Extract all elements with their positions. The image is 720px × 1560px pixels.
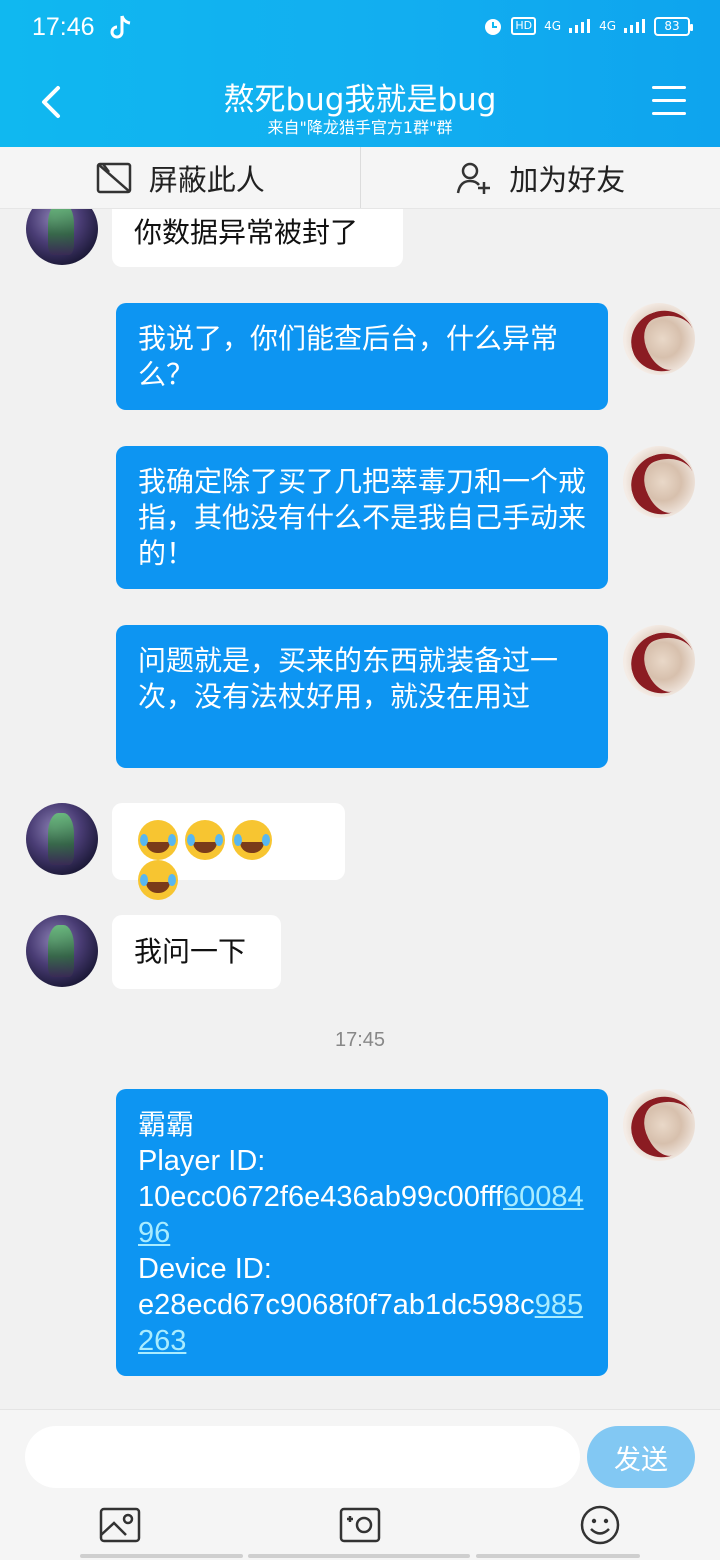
battery-level: 83 bbox=[664, 19, 680, 33]
laughing-emoji-icon bbox=[138, 820, 178, 860]
avatar[interactable] bbox=[26, 209, 98, 265]
tiktok-icon bbox=[110, 15, 131, 39]
image-icon[interactable] bbox=[98, 1505, 142, 1545]
action-bar: 屏蔽此人 加为好友 bbox=[0, 147, 720, 209]
player-id-label: Player ID: bbox=[138, 1145, 266, 1177]
status-bar: 17:46 HD 4G 4G 83 bbox=[0, 0, 720, 56]
message-bubble-incoming[interactable]: 我问一下 bbox=[112, 915, 281, 989]
camera-icon[interactable] bbox=[338, 1505, 382, 1545]
chat-subtitle: 来自"降龙猎手官方1群"群 bbox=[267, 118, 453, 137]
add-friend-label: 加为好友 bbox=[509, 162, 626, 197]
send-button[interactable]: 发送 bbox=[587, 1426, 695, 1488]
hd-indicator: HD bbox=[511, 17, 537, 35]
signal-bars-icon bbox=[569, 19, 591, 33]
avatar[interactable] bbox=[623, 446, 695, 518]
avatar[interactable] bbox=[26, 803, 98, 875]
avatar[interactable] bbox=[623, 303, 695, 375]
device-id-label: Device ID: bbox=[138, 1253, 272, 1285]
message-bubble-outgoing[interactable]: 问题就是，买来的东西就装备过一次，没有法杖好用，就没在用过 bbox=[116, 625, 608, 768]
back-arrow-icon[interactable] bbox=[36, 82, 68, 122]
block-user-button[interactable]: 屏蔽此人 bbox=[0, 147, 361, 208]
player-name: 霸霸 bbox=[138, 1108, 195, 1141]
message-input[interactable] bbox=[25, 1426, 580, 1488]
message-bubble-incoming[interactable]: 你数据异常被封了 bbox=[112, 209, 403, 267]
player-id-text: 10ecc0672f6e436ab99c00fff bbox=[138, 1181, 503, 1213]
alarm-icon bbox=[485, 19, 502, 35]
avatar[interactable] bbox=[623, 625, 695, 697]
chat-title: 熬死bug我就是bug bbox=[223, 82, 497, 118]
message-bubble-incoming[interactable] bbox=[112, 803, 345, 900]
nav-indicator bbox=[476, 1554, 640, 1558]
signal-4g-2: 4G bbox=[599, 19, 616, 33]
laughing-emoji-icon bbox=[138, 860, 178, 900]
message-bubble-outgoing[interactable]: 我说了，你们能查后台，什么异常么？ bbox=[116, 303, 608, 410]
avatar[interactable] bbox=[623, 1089, 695, 1161]
message-text: 我确定除了买了几把萃毒刀和一个戒指，其他没有什么不是我自己手动来的！ bbox=[138, 465, 587, 570]
signal-4g-1: 4G bbox=[544, 19, 562, 33]
message-bubble-outgoing[interactable]: 霸霸 Player ID: 10ecc0672f6e436ab99c00fff6… bbox=[116, 1089, 608, 1376]
input-bar: 发送 bbox=[0, 1409, 720, 1560]
battery-indicator: 83 bbox=[654, 16, 693, 36]
nav-indicator bbox=[248, 1554, 470, 1558]
laughing-emoji-icon bbox=[232, 820, 272, 860]
message-text: 我说了，你们能查后台，什么异常么？ bbox=[138, 322, 559, 391]
message-text: 你数据异常被封了 bbox=[134, 216, 359, 249]
block-user-label: 屏蔽此人 bbox=[148, 162, 265, 197]
send-label: 发送 bbox=[614, 1444, 668, 1476]
add-friend-icon bbox=[457, 162, 491, 194]
menu-icon[interactable] bbox=[652, 86, 686, 116]
chat-header: 17:46 HD 4G 4G 83 熬死bug我就是bug 来自"降龙猎手官方1… bbox=[0, 0, 720, 147]
emoji-icon[interactable] bbox=[578, 1505, 622, 1545]
add-friend-button[interactable]: 加为好友 bbox=[361, 147, 720, 208]
message-bubble-outgoing[interactable]: 我确定除了买了几把萃毒刀和一个戒指，其他没有什么不是我自己手动来的！ bbox=[116, 446, 608, 589]
message-text: 问题就是，买来的东西就装备过一次，没有法杖好用，就没在用过 bbox=[138, 644, 559, 713]
avatar[interactable] bbox=[26, 915, 98, 987]
message-text: 我问一下 bbox=[134, 935, 247, 968]
status-time: 17:46 bbox=[32, 13, 95, 41]
laughing-emoji-icon bbox=[185, 820, 225, 860]
message-timestamp: 17:45 bbox=[334, 1029, 386, 1051]
signal-bars-icon bbox=[624, 19, 645, 33]
message-list[interactable]: 你数据异常被封了 我说了，你们能查后台，什么异常么？ 我确定除了买了几把萃毒刀和… bbox=[0, 209, 720, 1409]
device-id-text: e28ecd67c9068f0f7ab1dc598c bbox=[138, 1289, 535, 1321]
nav-indicator bbox=[80, 1554, 243, 1558]
status-icons: HD 4G 4G 83 bbox=[483, 16, 693, 36]
player-id-value: 10ecc0672f6e436ab99c00fff6008496 bbox=[138, 1179, 586, 1251]
block-icon bbox=[96, 162, 131, 193]
device-id-value: e28ecd67c9068f0f7ab1dc598c985263 bbox=[138, 1287, 586, 1359]
